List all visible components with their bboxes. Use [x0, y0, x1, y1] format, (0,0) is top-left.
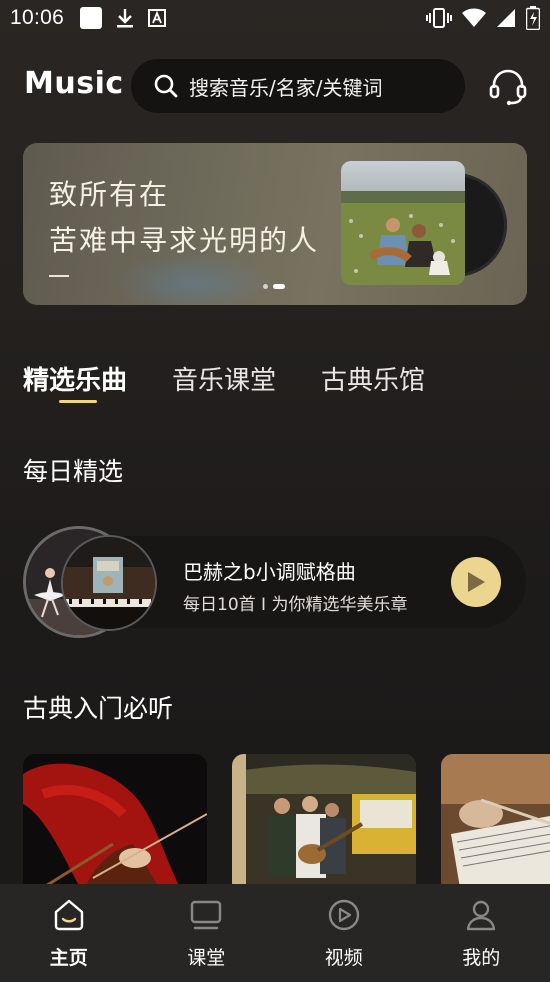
- font-app-icon: [148, 9, 167, 27]
- piano-thumbnail: [61, 535, 157, 631]
- tab-featured[interactable]: 精选乐曲: [23, 360, 127, 397]
- banner-album-cover: [341, 161, 465, 285]
- carousel-indicator: [263, 284, 285, 289]
- app-logo: Music: [24, 66, 124, 101]
- profile-icon: [467, 900, 496, 931]
- carousel-dot[interactable]: [263, 284, 268, 289]
- classics-section-title: 古典入门必听: [23, 694, 174, 723]
- search-bar[interactable]: 搜索音乐/名家/关键词: [131, 59, 465, 113]
- signal-icon: [497, 9, 515, 27]
- nav-video-label: 视频: [324, 947, 363, 969]
- nav-video[interactable]: 视频: [275, 884, 413, 982]
- notification-app-icon: [80, 7, 103, 29]
- headset-icon[interactable]: [488, 66, 528, 106]
- download-icon: [117, 9, 134, 28]
- carousel-dot-active[interactable]: [273, 284, 285, 289]
- video-icon: [328, 899, 359, 931]
- nav-classroom-label: 课堂: [187, 947, 226, 969]
- classics-card-list: [23, 754, 550, 884]
- tab-indicator: [59, 400, 97, 403]
- classic-card-violin[interactable]: [23, 754, 207, 884]
- nav-classroom[interactable]: 课堂: [138, 884, 276, 982]
- banner-divider: [49, 275, 69, 277]
- header: Music 搜索音乐/名家/关键词: [0, 58, 550, 114]
- daily-title: 巴赫之b小调赋格曲: [183, 560, 356, 584]
- nav-profile-label: 我的: [462, 947, 501, 969]
- classic-card-sheet-music[interactable]: [441, 754, 550, 884]
- tab-music-class[interactable]: 音乐课堂: [172, 360, 276, 397]
- vibrate-icon: [426, 8, 452, 28]
- status-bar: 10:06: [0, 0, 550, 36]
- battery-icon: [526, 6, 540, 30]
- tab-classical-hall[interactable]: 古典乐馆: [321, 360, 425, 397]
- classic-card-street-music[interactable]: [232, 754, 416, 884]
- promo-banner[interactable]: 致所有在 苦难中寻求光明的人: [23, 143, 527, 305]
- wifi-icon: [462, 8, 486, 27]
- daily-section-title: 每日精选: [23, 457, 124, 486]
- home-icon: [54, 899, 83, 931]
- play-button[interactable]: [451, 557, 501, 607]
- search-placeholder: 搜索音乐/名家/关键词: [189, 75, 383, 100]
- status-time: 10:06: [10, 6, 65, 29]
- nav-home[interactable]: 主页: [0, 884, 138, 982]
- search-icon: [154, 74, 178, 98]
- bottom-nav: 主页 课堂 视频 我的: [0, 884, 550, 982]
- daily-subtitle: 每日10首 I 为你精选华美乐章: [183, 595, 408, 615]
- banner-title-line1: 致所有在: [49, 178, 170, 211]
- category-tabs: 精选乐曲 音乐课堂 古典乐馆: [23, 360, 543, 410]
- daily-pick-card[interactable]: 巴赫之b小调赋格曲 每日10首 I 为你精选华美乐章: [23, 526, 526, 638]
- nav-profile[interactable]: 我的: [413, 884, 550, 982]
- classroom-icon: [191, 900, 222, 930]
- play-icon: [468, 572, 485, 592]
- banner-title-line2: 苦难中寻求光明的人: [49, 224, 320, 257]
- nav-home-label: 主页: [49, 947, 88, 969]
